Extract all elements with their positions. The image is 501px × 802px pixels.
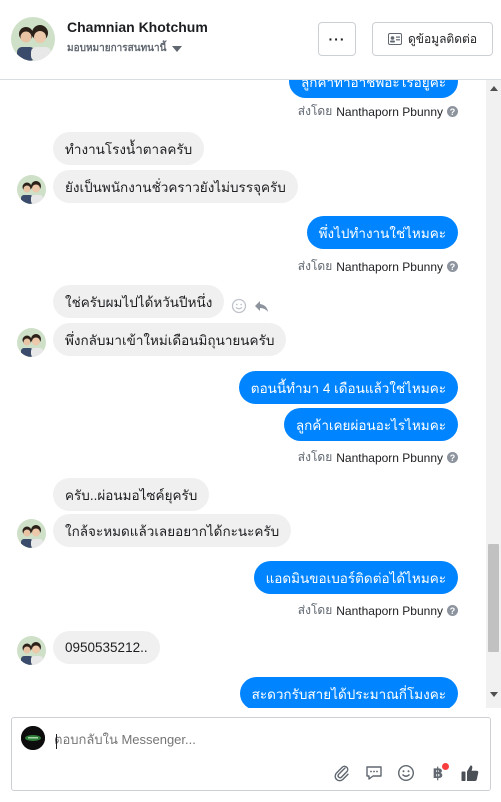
info-icon[interactable]: ? [447,261,458,272]
view-contact-button[interactable]: ดูข้อมูลติดต่อ [372,22,493,56]
paperclip-icon [334,765,349,782]
contact-avatar-small[interactable] [17,636,46,665]
info-icon[interactable]: ? [447,452,458,463]
contact-avatar-small[interactable] [17,519,46,548]
sender-name: Nanthaporn Pbunny [336,603,443,618]
info-icon[interactable]: ? [447,106,458,117]
message-outgoing[interactable]: พึ่งไปทำงานใช่ไหมคะ [306,216,458,249]
scroll-down-arrow-icon[interactable] [490,692,498,697]
page-avatar [21,726,45,750]
contact-name[interactable]: Chamnian Khotchum [67,19,208,35]
sent-by-prefix: ส่งโดย [297,603,333,617]
reply-icon[interactable] [253,298,269,314]
message-composer: ฿ [11,717,491,791]
sent-by-line: ส่งโดย Nanthaporn Pbunny ? [298,448,458,467]
conversation-header: Chamnian Khotchum มอบหมายการสนทนานี้ ···… [0,0,501,80]
sender-name: Nanthaporn Pbunny [336,104,443,119]
thread-scrollbar[interactable] [486,80,501,708]
sent-by-prefix: ส่งโดย [297,104,333,118]
message-incoming[interactable]: ครับ..ผ่อนมอไซค์ยุครับ [53,478,210,511]
message-outgoing[interactable]: ลูกค้าเคยผ่อนอะไรไหมคะ [283,408,458,441]
message-incoming[interactable]: 0950535212.. [53,631,160,664]
payment-button[interactable]: ฿ [428,763,449,783]
message-thread[interactable]: ลูกค้าทำอาชีพอะไรอยู่คะ ส่งโดย Nanthapor… [0,80,501,708]
reply-input[interactable] [54,732,454,747]
assign-conversation-dropdown[interactable]: มอบหมายการสนทนานี้ [67,41,183,56]
sender-name: Nanthaporn Pbunny [336,259,443,274]
like-button[interactable] [460,763,480,783]
sent-by-prefix: ส่งโดย [297,259,333,273]
notification-badge [442,763,449,770]
assign-conversation-label: มอบหมายการสนทนานี้ [67,43,167,54]
caret-down-icon [172,45,183,52]
message-incoming[interactable]: ใกล้จะหมดแล้วเลยอยากได้กะนะครับ [53,514,292,547]
sent-by-line: ส่งโดย Nanthaporn Pbunny ? [298,601,458,620]
contact-avatar[interactable] [11,17,55,61]
smiley-icon [397,764,415,782]
sent-by-prefix: ส่งโดย [297,450,333,464]
view-contact-label: ดูข้อมูลติดต่อ [407,31,478,46]
smiley-react-icon[interactable] [231,298,247,314]
info-icon[interactable]: ? [447,605,458,616]
contact-avatar-small[interactable] [17,175,46,204]
message-incoming[interactable]: ยังเป็นพนักงานชั่วคราวยังไม่บรรจุครับ [53,170,298,203]
chat-bubble-icon [366,766,382,780]
message-incoming[interactable]: พึ่งกลับมาเข้าใหม่เดือนมิถุนายนครับ [53,323,287,356]
contact-avatar-small[interactable] [17,328,46,357]
sent-by-line: ส่งโดย Nanthaporn Pbunny ? [298,102,458,121]
sender-name: Nanthaporn Pbunny [336,450,443,465]
message-outgoing[interactable]: ลูกค้าทำอาชีพอะไรอยู่คะ [289,80,458,98]
saved-replies-button[interactable] [364,763,384,783]
contact-card-icon [387,33,402,45]
message-actions [231,298,269,314]
scroll-up-arrow-icon[interactable] [490,86,498,91]
sent-by-line: ส่งโดย Nanthaporn Pbunny ? [298,257,458,276]
more-options-button[interactable]: ··· [318,22,356,56]
message-outgoing[interactable]: สะดวกรับสายได้ประมาณกี่โมงคะ [239,677,458,708]
attach-button[interactable] [332,763,352,783]
more-dots-icon: ··· [328,31,346,47]
message-incoming[interactable]: ใช่ครับผมไปได้หวันปีหนึ่ง [53,285,225,318]
message-outgoing[interactable]: แอดมินขอเบอร์ติดต่อได้ไหมคะ [253,561,458,594]
message-incoming[interactable]: ทำงานโรงน้ำตาลครับ [53,132,205,165]
thumbs-up-icon [461,765,479,781]
emoji-button[interactable] [396,763,416,783]
text-cursor [56,734,57,749]
message-outgoing[interactable]: ตอนนี้ทำมา 4 เดือนแล้วใช่ไหมคะ [238,371,458,404]
scroll-thumb[interactable] [488,544,499,652]
